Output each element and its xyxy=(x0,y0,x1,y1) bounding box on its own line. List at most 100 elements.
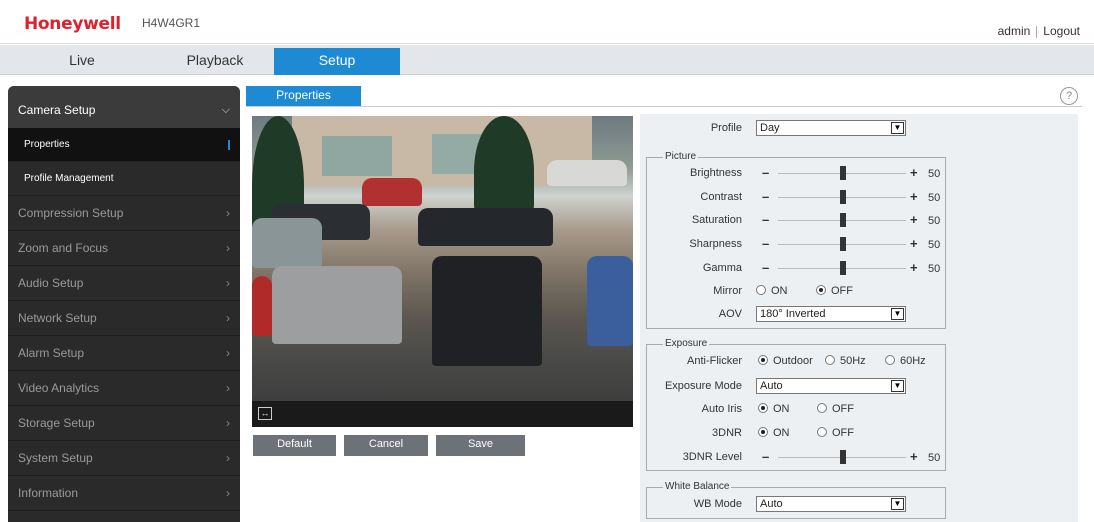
logout-link[interactable]: Logout xyxy=(1043,24,1080,38)
sidebar-item-information[interactable]: Information › xyxy=(8,476,240,511)
sidebar-item-properties[interactable]: Properties xyxy=(8,128,240,162)
sidebar-item-compression-setup[interactable]: Compression Setup › xyxy=(8,196,240,231)
profile-select[interactable]: Day ▼ xyxy=(756,120,906,136)
brightness-value: 50 xyxy=(928,168,941,180)
sidebar-item-zoom-and-focus[interactable]: Zoom and Focus › xyxy=(8,231,240,266)
cancel-button[interactable]: Cancel xyxy=(344,435,428,456)
chevron-down-icon: ▼ xyxy=(891,308,904,320)
radio-label: OFF xyxy=(832,403,854,415)
sidebar-item-video-analytics[interactable]: Video Analytics › xyxy=(8,371,240,406)
plus-icon[interactable]: + xyxy=(910,450,918,463)
3dnr-off-radio[interactable]: OFF xyxy=(817,427,854,439)
mirror-off-radio[interactable]: OFF xyxy=(816,285,853,297)
car-shape xyxy=(547,160,627,186)
main-tab-bar: Live Playback Setup xyxy=(0,45,1094,75)
radio-icon xyxy=(817,403,827,413)
mirror-on-radio[interactable]: ON xyxy=(756,285,788,297)
default-button[interactable]: Default xyxy=(253,435,336,456)
profile-value: Day xyxy=(760,122,780,134)
minus-icon[interactable]: – xyxy=(762,213,769,226)
gamma-value: 50 xyxy=(928,263,941,275)
anti-flicker-60hz-radio[interactable]: 60Hz xyxy=(885,355,926,367)
3dnr-level-label: 3DNR Level xyxy=(682,451,742,463)
minus-icon[interactable]: – xyxy=(762,237,769,250)
minus-icon[interactable]: – xyxy=(762,450,769,463)
saturation-slider[interactable]: – +50 xyxy=(762,213,952,227)
sharpness-slider[interactable]: – +50 xyxy=(762,237,952,251)
sidebar-item-alarm-setup[interactable]: Alarm Setup › xyxy=(8,336,240,371)
minus-icon[interactable]: – xyxy=(762,190,769,203)
radio-label: OFF xyxy=(832,427,854,439)
sidebar-item-storage-setup[interactable]: Storage Setup › xyxy=(8,406,240,441)
brightness-slider[interactable]: – +50 xyxy=(762,166,952,180)
sidebar-item-profile-management[interactable]: Profile Management xyxy=(8,162,240,196)
help-icon[interactable]: ? xyxy=(1060,87,1078,105)
slider-thumb[interactable] xyxy=(840,237,846,251)
video-preview[interactable] xyxy=(252,116,633,401)
exposure-legend: Exposure xyxy=(663,338,710,349)
car-shape xyxy=(272,266,402,344)
slider-thumb[interactable] xyxy=(840,166,846,180)
white-balance-legend: White Balance xyxy=(663,481,732,492)
car-shape xyxy=(432,256,542,366)
minus-icon[interactable]: – xyxy=(762,261,769,274)
radio-icon xyxy=(817,427,827,437)
chevron-right-icon: › xyxy=(226,416,230,430)
chevron-down-icon: ▼ xyxy=(891,122,904,134)
anti-flicker-outdoor-radio[interactable]: Outdoor xyxy=(758,355,813,367)
plus-icon[interactable]: + xyxy=(910,166,918,179)
3dnr-label: 3DNR xyxy=(712,427,742,439)
settings-panel: Profile Day ▼ Picture Brightness – +50 Co… xyxy=(640,114,1078,522)
sidebar-item-system-setup[interactable]: System Setup › xyxy=(8,441,240,476)
tab-properties[interactable]: Properties xyxy=(246,86,361,107)
auto-iris-on-radio[interactable]: ON xyxy=(758,403,790,415)
3dnr-level-value: 50 xyxy=(928,452,941,464)
tab-live[interactable]: Live xyxy=(8,48,156,75)
tab-setup[interactable]: Setup xyxy=(274,48,400,75)
slider-thumb[interactable] xyxy=(840,261,846,275)
top-bar: Honeywell H4W4GR1 admin Logout xyxy=(0,0,1094,44)
gamma-label: Gamma xyxy=(702,262,742,274)
anti-flicker-label: Anti-Flicker xyxy=(686,355,742,367)
radio-icon xyxy=(885,355,895,365)
3dnr-on-radio[interactable]: ON xyxy=(758,427,790,439)
exposure-mode-select[interactable]: Auto ▼ xyxy=(756,378,906,394)
gamma-slider[interactable]: – +50 xyxy=(762,261,952,275)
anti-flicker-50hz-radio[interactable]: 50Hz xyxy=(825,355,866,367)
contrast-slider[interactable]: – +50 xyxy=(762,190,952,204)
auto-iris-off-radio[interactable]: OFF xyxy=(817,403,854,415)
tab-playback[interactable]: Playback xyxy=(156,48,274,75)
sidebar-item-label: Zoom and Focus xyxy=(18,241,109,255)
mirror-label: Mirror xyxy=(713,285,742,297)
sidebar-item-audio-setup[interactable]: Audio Setup › xyxy=(8,266,240,301)
save-button[interactable]: Save xyxy=(436,435,525,456)
plus-icon[interactable]: + xyxy=(910,190,918,203)
sidebar-item-label: Storage Setup xyxy=(18,416,95,430)
slider-thumb[interactable] xyxy=(840,213,846,227)
aov-label: AOV xyxy=(718,308,742,320)
plus-icon[interactable]: + xyxy=(910,237,918,250)
saturation-value: 50 xyxy=(928,215,941,227)
chevron-down-icon: ▼ xyxy=(891,380,904,392)
slider-thumb[interactable] xyxy=(840,450,846,464)
wb-mode-select[interactable]: Auto ▼ xyxy=(756,496,906,512)
fullscreen-icon[interactable]: ↔ xyxy=(258,407,272,420)
aov-select[interactable]: 180° Inverted ▼ xyxy=(756,306,906,322)
wb-mode-value: Auto xyxy=(760,498,783,510)
plus-icon[interactable]: + xyxy=(910,213,918,226)
chevron-right-icon: › xyxy=(226,486,230,500)
sidebar-item-label: System Setup xyxy=(18,451,93,465)
active-marker xyxy=(228,140,230,150)
radio-label: ON xyxy=(773,403,790,415)
exposure-mode-label: Exposure Mode xyxy=(664,380,742,392)
chevron-right-icon: › xyxy=(226,276,230,290)
sharpness-label: Sharpness xyxy=(689,238,742,250)
radio-label: 60Hz xyxy=(900,355,926,367)
minus-icon[interactable]: – xyxy=(762,166,769,179)
slider-thumb[interactable] xyxy=(840,190,846,204)
contrast-value: 50 xyxy=(928,192,941,204)
sidebar-section-camera-setup[interactable]: Camera Setup ⌵ xyxy=(8,86,240,128)
3dnr-level-slider[interactable]: – +50 xyxy=(762,450,952,464)
plus-icon[interactable]: + xyxy=(910,261,918,274)
sidebar-item-network-setup[interactable]: Network Setup › xyxy=(8,301,240,336)
